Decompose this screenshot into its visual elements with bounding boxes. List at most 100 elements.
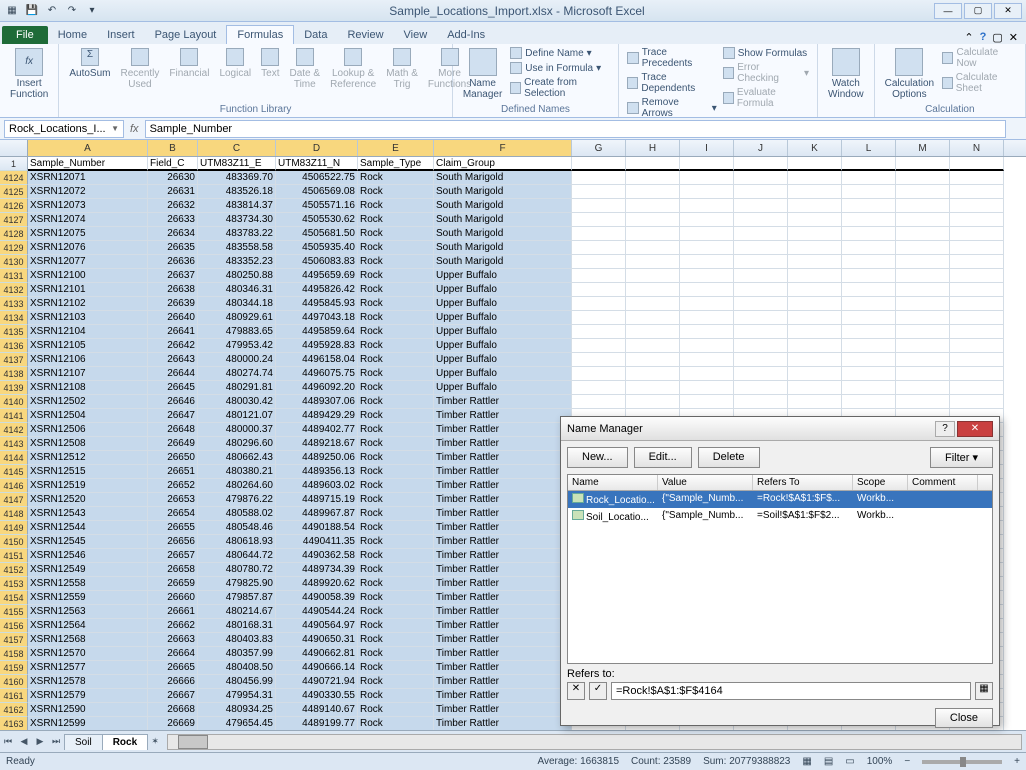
cell[interactable] [734,367,788,381]
cell[interactable]: South Marigold [434,171,572,185]
cell[interactable]: 4495659.69 [276,269,358,283]
cell[interactable]: Rock [358,269,434,283]
cell[interactable]: Upper Buffalo [434,297,572,311]
row-header[interactable]: 4155 [0,605,28,619]
cell[interactable] [572,311,626,325]
cell[interactable] [842,395,896,409]
cell[interactable]: Rock [358,493,434,507]
cell[interactable]: 26658 [148,563,198,577]
cell[interactable]: 4490721.94 [276,675,358,689]
column-header[interactable]: C [198,140,276,156]
cell[interactable] [734,283,788,297]
help-icon[interactable]: ? [980,31,987,44]
cell[interactable] [842,227,896,241]
cell[interactable]: 480214.67 [198,605,276,619]
cell[interactable] [680,157,734,171]
cell[interactable]: 26652 [148,479,198,493]
cell[interactable]: Rock [358,423,434,437]
cell[interactable] [572,325,626,339]
name-manager-edit-button[interactable]: Edit... [634,447,692,468]
row-header[interactable]: 4132 [0,283,28,297]
cell[interactable] [950,227,1004,241]
cell[interactable] [788,325,842,339]
row-header[interactable]: 4159 [0,661,28,675]
cell[interactable]: 480030.42 [198,395,276,409]
tab-home[interactable]: Home [48,26,97,44]
cell[interactable]: 4495845.93 [276,297,358,311]
cell[interactable]: XSRN12102 [28,297,148,311]
cell[interactable]: Rock [358,283,434,297]
cell[interactable] [680,213,734,227]
scrollbar-thumb[interactable] [178,735,208,749]
cell[interactable] [788,311,842,325]
cell[interactable] [680,367,734,381]
view-layout-icon[interactable]: ▤ [824,756,833,767]
calculation-options-button[interactable]: Calculation Options [881,46,938,102]
cell[interactable]: Rock [358,675,434,689]
cell[interactable]: 26630 [148,171,198,185]
tab-addins[interactable]: Add-Ins [437,26,495,44]
cell[interactable]: Rock [358,367,434,381]
cell[interactable] [680,311,734,325]
cell[interactable] [950,185,1004,199]
cell[interactable]: 26638 [148,283,198,297]
cell[interactable] [950,269,1004,283]
cell[interactable]: 26635 [148,241,198,255]
text-button[interactable]: Text [257,46,283,81]
row-header[interactable]: 4160 [0,675,28,689]
refers-accept-icon[interactable]: ✓ [589,682,607,700]
cell[interactable] [896,283,950,297]
cell[interactable]: 483558.58 [198,241,276,255]
zoom-out-icon[interactable]: − [904,756,910,767]
name-box[interactable]: Rock_Locations_I...▼ [4,120,124,138]
cell[interactable] [896,241,950,255]
cell[interactable]: 483783.22 [198,227,276,241]
list-header-name[interactable]: Name [568,475,658,490]
cell[interactable]: Timber Rattler [434,633,572,647]
cell[interactable] [842,353,896,367]
cell[interactable]: Timber Rattler [434,465,572,479]
cell[interactable]: 480588.02 [198,507,276,521]
cell[interactable]: Rock [358,227,434,241]
cell[interactable] [572,255,626,269]
cell[interactable] [572,171,626,185]
cell[interactable]: 4506083.83 [276,255,358,269]
sheet-nav-first-icon[interactable]: ⏮ [0,734,16,750]
cell[interactable]: Timber Rattler [434,451,572,465]
cell[interactable]: Timber Rattler [434,647,572,661]
cell[interactable] [734,157,788,171]
row-header[interactable]: 4139 [0,381,28,395]
name-manager-list[interactable]: Name Value Refers To Scope Comment Rock_… [567,474,993,664]
watch-window-button[interactable]: Watch Window [824,46,868,102]
cell[interactable] [950,381,1004,395]
column-header[interactable]: L [842,140,896,156]
cell[interactable]: 480346.31 [198,283,276,297]
cell[interactable]: 4489967.87 [276,507,358,521]
cell[interactable]: Rock [358,185,434,199]
cell[interactable] [950,255,1004,269]
row-header[interactable]: 4158 [0,647,28,661]
cell[interactable]: 4489218.67 [276,437,358,451]
cell[interactable]: 480408.50 [198,661,276,675]
excel-icon[interactable]: ▦ [4,3,20,19]
cell[interactable] [572,213,626,227]
cell[interactable]: 26631 [148,185,198,199]
cell[interactable]: 480929.61 [198,311,276,325]
cell[interactable] [626,171,680,185]
cell[interactable] [572,381,626,395]
cell[interactable]: Rock [358,703,434,717]
row-header[interactable]: 4156 [0,619,28,633]
cell[interactable] [950,311,1004,325]
name-manager-button[interactable]: Name Manager [459,46,506,102]
formula-input[interactable]: Sample_Number [145,120,1006,138]
cell[interactable]: Rock [358,465,434,479]
qat-dropdown-icon[interactable]: ▾ [84,3,100,19]
cell[interactable]: South Marigold [434,227,572,241]
cell[interactable]: Rock [358,577,434,591]
name-manager-close-button[interactable]: Close [935,708,993,728]
table-row[interactable]: 4135XSRN1210426641479883.654495859.64Roc… [0,325,1026,339]
cell[interactable] [788,269,842,283]
cell[interactable]: 480121.07 [198,409,276,423]
table-row[interactable]: 4137XSRN1210626643480000.244496158.04Roc… [0,353,1026,367]
cell[interactable]: 4489140.67 [276,703,358,717]
